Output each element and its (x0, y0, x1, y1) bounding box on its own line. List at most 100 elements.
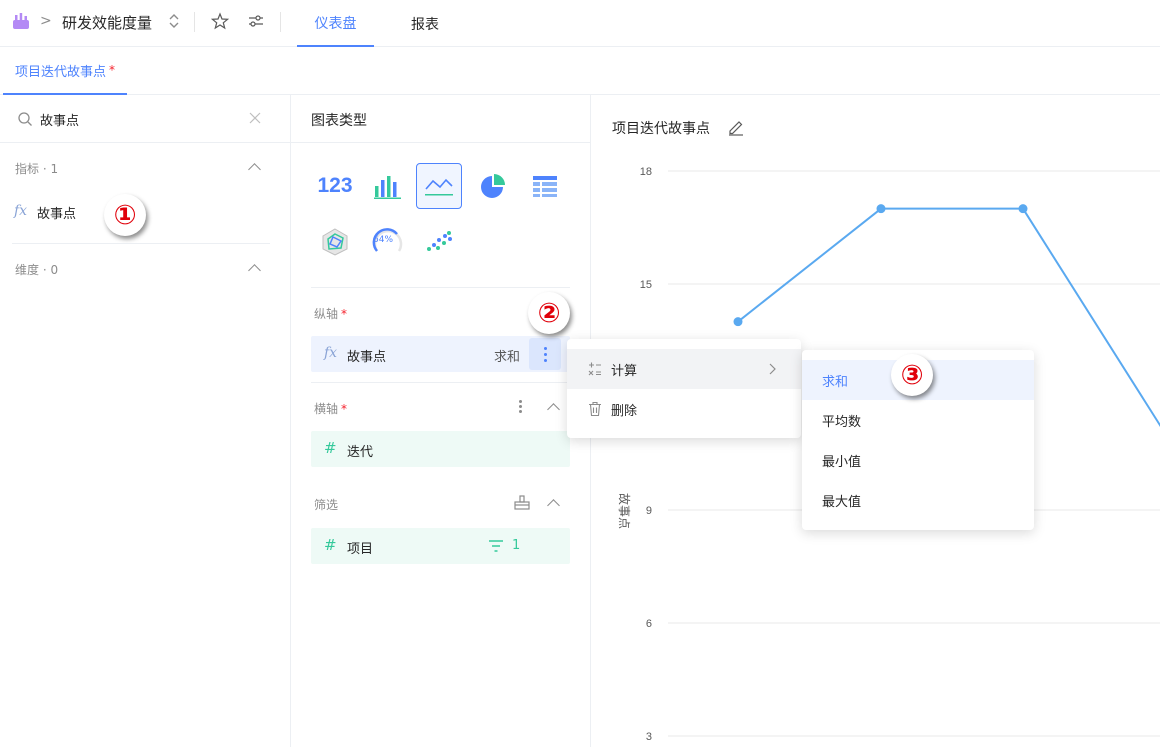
pie-chart-icon (481, 174, 505, 198)
search-icon (17, 111, 33, 131)
agg-option-label: 平均数 (822, 414, 862, 430)
required-mark: * (341, 307, 348, 321)
filter-field[interactable]: # 项目 1 (311, 528, 570, 564)
collapse-dimensions-icon[interactable] (248, 264, 261, 277)
annotation-3: ③ (891, 354, 933, 396)
table-chart-icon (533, 176, 557, 197)
filter-label: 筛选 (314, 498, 339, 512)
edit-icon[interactable] (727, 118, 745, 140)
divider (12, 243, 270, 244)
gauge-percent: 64% (373, 235, 394, 245)
agg-option-max[interactable]: 最大值 (802, 480, 1034, 520)
hash-icon: # (324, 439, 337, 457)
annotation-1: ① (104, 194, 146, 236)
chart-type-number[interactable]: 123 (312, 163, 358, 209)
data-point[interactable] (1018, 204, 1028, 214)
number-chart-icon: 123 (317, 174, 353, 197)
search-box[interactable]: 故事点 (0, 95, 290, 143)
menu-item-calculate[interactable]: 计算 (567, 349, 801, 389)
radar-chart-icon (322, 228, 348, 256)
agg-option-average[interactable]: 平均数 (802, 400, 1034, 440)
y-axis-label-text: 纵轴 (314, 307, 339, 321)
tab-report-label: 报表 (411, 16, 439, 33)
x-axis-label-text: 横轴 (314, 402, 339, 416)
tab-dashboard-label: 仪表盘 (314, 15, 357, 32)
top-bar: > 研发效能度量 仪表盘 报表 (0, 0, 1160, 47)
settings-sliders-icon[interactable] (247, 12, 265, 34)
chart-tab-bar: 项目迭代故事点 * (0, 47, 1160, 95)
trash-icon (589, 401, 601, 417)
more-options-button[interactable] (529, 338, 561, 370)
y-tick-label: 9 (646, 505, 652, 517)
dimensions-header: 维度 · 0 (15, 263, 59, 277)
divider (311, 287, 570, 288)
y-tick-label: 18 (640, 166, 652, 178)
clear-icon[interactable] (249, 112, 261, 128)
divider (280, 12, 281, 32)
aggregation-label: 求和 (494, 350, 521, 365)
x-axis-field-label: 迭代 (347, 445, 374, 460)
required-mark: * (109, 63, 115, 77)
chart-type-radar[interactable] (312, 219, 358, 265)
switch-project-icon[interactable] (168, 12, 180, 34)
metrics-header: 指标 · 1 (15, 162, 59, 176)
agg-option-label: 求和 (822, 374, 849, 390)
agg-option-label: 最大值 (822, 494, 862, 510)
y-axis-title: 故事点 (617, 493, 632, 529)
formula-icon: fx (14, 203, 28, 219)
y-axis-label: 纵轴 * (314, 305, 347, 322)
metric-item-story-points[interactable]: 故事点 (37, 203, 76, 222)
chart-type-gauge[interactable]: 64% (365, 219, 411, 265)
chart-type-title: 图表类型 (311, 113, 367, 129)
field-context-menu: 计算 删除 (567, 339, 801, 438)
app-logo-icon[interactable] (12, 12, 30, 30)
breadcrumb-separator: > (40, 13, 52, 29)
filter-count: 1 (512, 538, 521, 553)
y-tick-label: 6 (646, 618, 652, 630)
scatter-chart-icon (427, 231, 452, 251)
bar-chart-icon (374, 176, 401, 199)
chart-type-pie[interactable] (470, 163, 516, 209)
menu-item-label: 删除 (611, 403, 638, 419)
divider (311, 382, 570, 383)
filter-icon (489, 540, 503, 552)
divider (291, 142, 590, 143)
collapse-metrics-icon[interactable] (248, 163, 261, 176)
clear-filter-icon[interactable] (513, 493, 531, 515)
calculate-icon (588, 362, 601, 376)
collapse-filter-icon[interactable] (547, 499, 560, 512)
x-axis-field[interactable]: # 迭代 (311, 431, 570, 467)
x-axis-more-icon[interactable] (519, 400, 522, 413)
chart-type-line[interactable] (416, 163, 462, 209)
x-axis-label: 横轴 * (314, 400, 347, 417)
formula-icon: fx (324, 345, 338, 361)
search-input[interactable]: 故事点 (40, 110, 79, 129)
menu-item-delete[interactable]: 删除 (567, 389, 801, 429)
chart-tab-label: 项目迭代故事点 (14, 64, 106, 80)
line-chart-icon (425, 178, 453, 196)
chart-type-bar[interactable] (365, 163, 411, 209)
annotation-2: ② (528, 292, 570, 334)
star-icon[interactable] (210, 12, 230, 34)
chart-title: 项目迭代故事点 (612, 121, 710, 137)
required-mark: * (341, 402, 348, 416)
chart-tab[interactable]: 项目迭代故事点 * (3, 47, 127, 95)
y-axis-field-label: 故事点 (347, 350, 387, 365)
menu-item-label: 计算 (611, 363, 638, 379)
data-point[interactable] (733, 317, 743, 327)
tab-report[interactable]: 报表 (395, 0, 455, 47)
agg-option-min[interactable]: 最小值 (802, 440, 1034, 480)
y-axis-field[interactable]: fx 故事点 求和 (311, 336, 570, 372)
divider (194, 12, 195, 32)
data-point[interactable] (876, 204, 886, 214)
page-title[interactable]: 研发效能度量 (62, 12, 152, 33)
chart-type-table[interactable] (522, 163, 568, 209)
collapse-x-axis-icon[interactable] (547, 403, 560, 416)
y-tick-label: 15 (640, 279, 652, 291)
tab-dashboard[interactable]: 仪表盘 (297, 0, 374, 47)
agg-option-label: 最小值 (822, 454, 862, 470)
hash-icon: # (324, 536, 337, 554)
chart-type-scatter[interactable] (416, 219, 462, 265)
y-tick-label: 3 (646, 731, 652, 743)
filter-field-label: 项目 (347, 542, 374, 557)
